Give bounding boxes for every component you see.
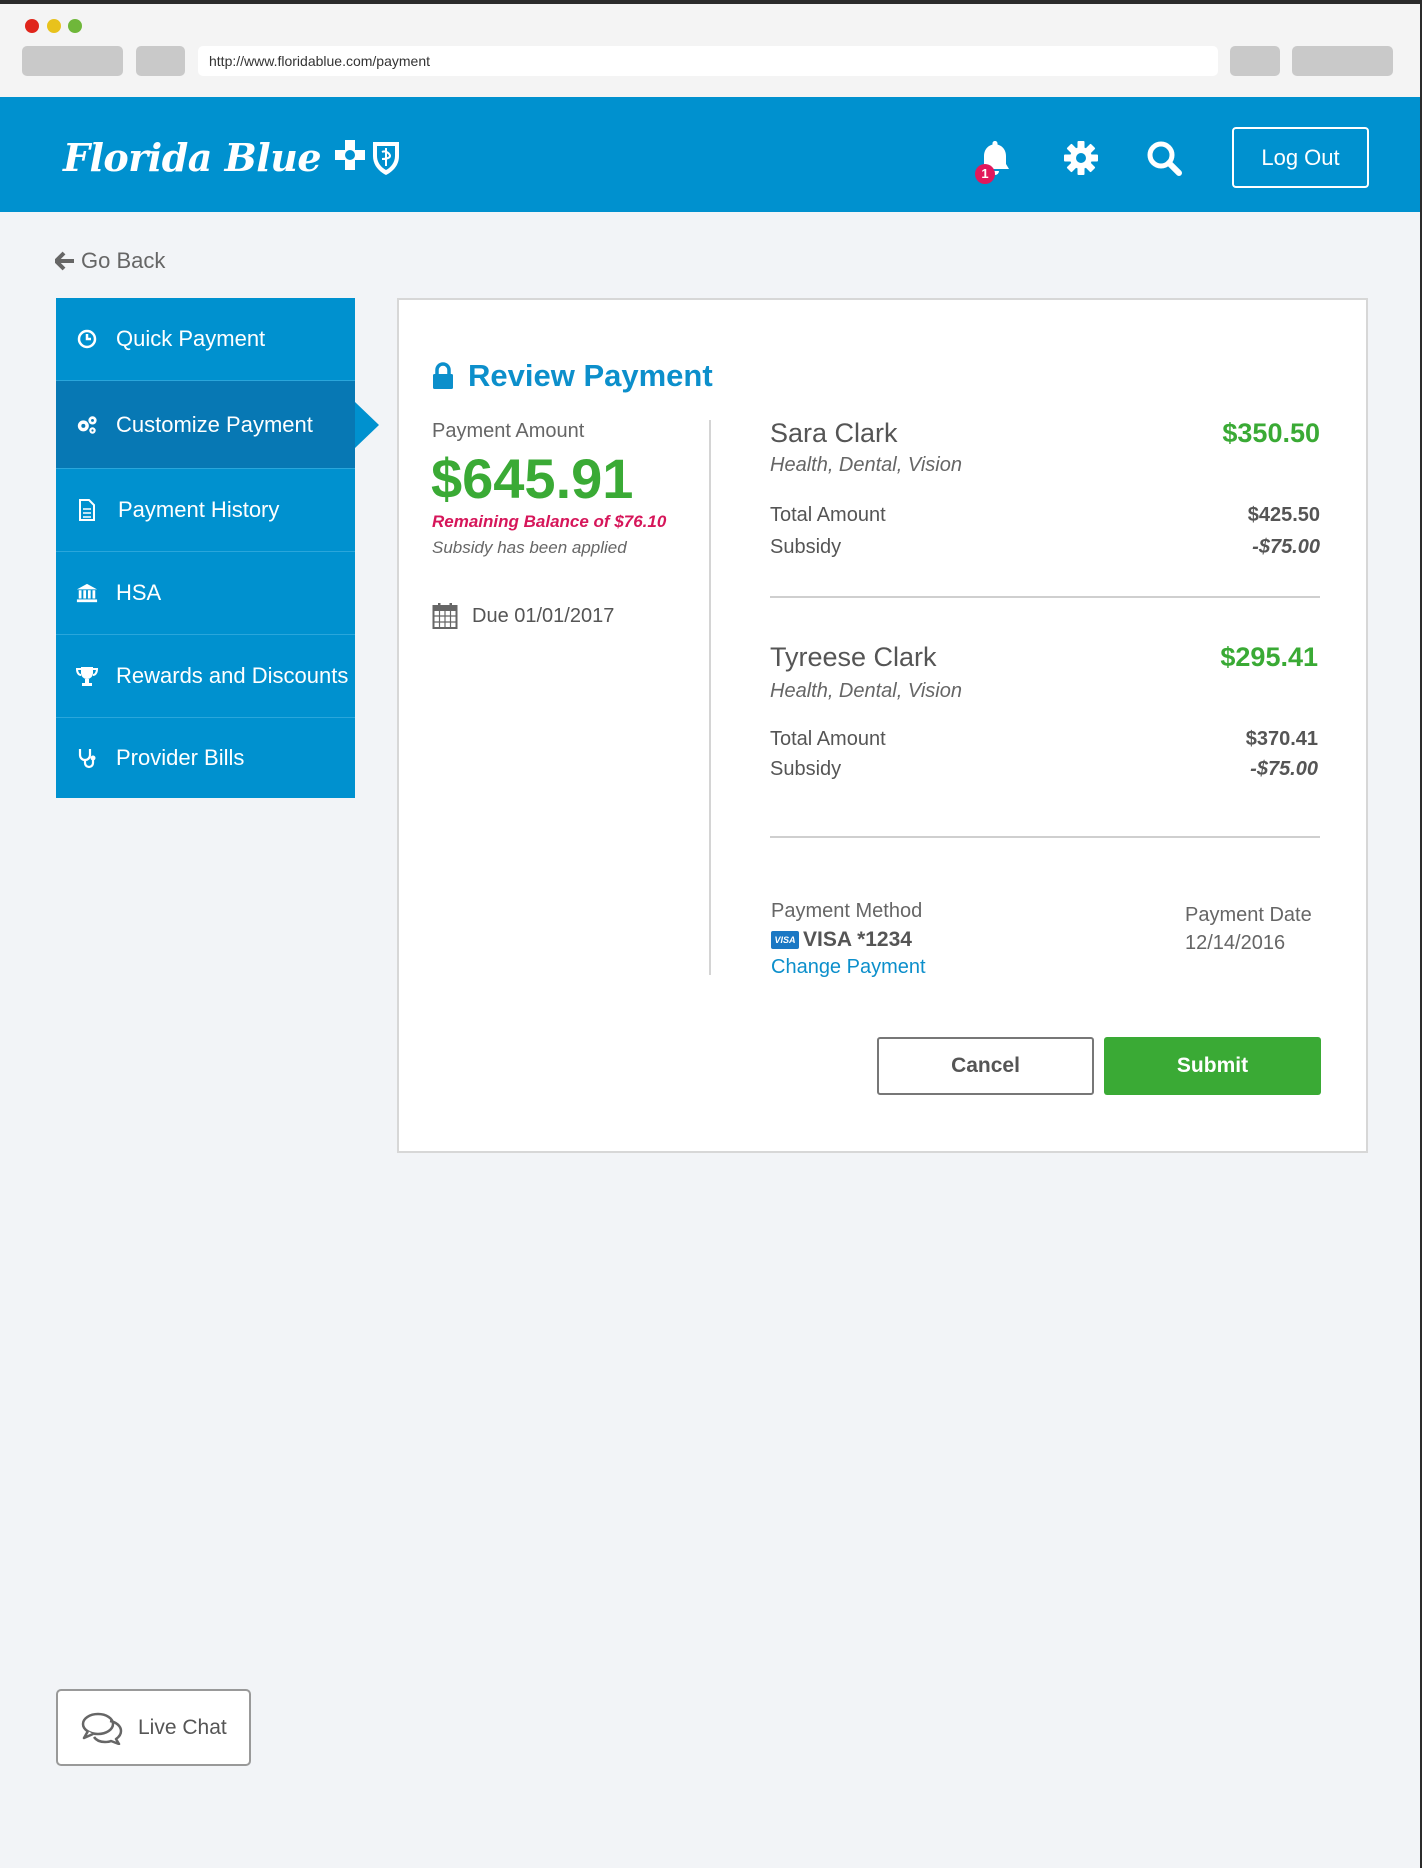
- member-plan: Health, Dental, Vision: [770, 680, 962, 702]
- remaining-balance: Remaining Balance of $76.10: [432, 512, 667, 531]
- payment-method-label: Payment Method: [771, 900, 923, 922]
- clock-icon: [76, 328, 98, 350]
- lock-icon: [433, 362, 453, 389]
- browser-back-button[interactable]: [22, 46, 123, 76]
- cancel-button[interactable]: Cancel: [877, 1037, 1094, 1095]
- sidebar-item-label: Quick Payment: [116, 326, 266, 351]
- member-name: Tyreese Clark: [770, 642, 937, 672]
- cross-shield-icon: [333, 138, 403, 178]
- live-chat-button[interactable]: Live Chat: [56, 1689, 251, 1766]
- sidebar-item-label: Customize Payment: [116, 411, 313, 437]
- total-amount-value: $425.50: [1247, 504, 1320, 526]
- calendar-icon: [432, 603, 458, 629]
- member-name: Sara Clark: [770, 418, 898, 448]
- payment-amount-label: Payment Amount: [432, 420, 585, 442]
- go-back-link[interactable]: Go Back: [55, 248, 165, 274]
- sidebar-item-hsa[interactable]: HSA: [56, 552, 355, 635]
- member-amount: $350.50: [1222, 418, 1320, 448]
- subsidy-label: Subsidy: [770, 758, 842, 780]
- browser-action-button[interactable]: [1230, 46, 1280, 76]
- log-out-button[interactable]: Log Out: [1232, 127, 1369, 188]
- subsidy-note: Subsidy has been applied: [432, 538, 627, 557]
- sidebar-item-quick-payment[interactable]: Quick Payment: [56, 298, 355, 381]
- member-divider: [770, 836, 1320, 838]
- visa-card-icon: VISA: [771, 931, 799, 949]
- browser-menu-button[interactable]: [1292, 46, 1393, 76]
- search-icon[interactable]: [1144, 138, 1184, 178]
- review-payment-title: Review Payment: [468, 358, 713, 393]
- total-amount-label: Total Amount: [770, 504, 886, 526]
- browser-window: http://www.floridablue.com/payment Flori…: [0, 4, 1420, 1868]
- sidebar-item-label: HSA: [116, 580, 162, 605]
- payment-sidebar: Quick Payment Customize Payment Payment …: [56, 298, 355, 798]
- logo-text: Florida Blue: [63, 135, 322, 180]
- subsidy-value: -$75.00: [1252, 536, 1320, 558]
- bank-icon: [76, 582, 98, 604]
- payment-amount: $645.91: [431, 447, 634, 510]
- live-chat-label: Live Chat: [138, 1715, 227, 1739]
- florida-blue-logo[interactable]: Florida Blue: [63, 135, 403, 180]
- sidebar-item-provider-bills[interactable]: Provider Bills: [56, 718, 355, 798]
- sidebar-item-label: Rewards and Discounts: [116, 663, 349, 688]
- site-header: Florida Blue 1 Log Out: [0, 97, 1420, 212]
- sidebar-item-customize-payment[interactable]: Customize Payment: [56, 381, 355, 469]
- member-plan: Health, Dental, Vision: [770, 454, 962, 476]
- sidebar-item-label: Provider Bills: [116, 745, 245, 770]
- member-subsidy-row: Subsidy -$75.00: [770, 536, 1320, 559]
- url-bar[interactable]: http://www.floridablue.com/payment: [198, 46, 1218, 76]
- member-amount: $295.41: [1220, 642, 1318, 672]
- settings-gear-icon[interactable]: [1061, 138, 1101, 178]
- change-payment-link[interactable]: Change Payment: [771, 956, 926, 979]
- member-subsidy-row: Subsidy -$75.00: [770, 758, 1320, 781]
- total-amount-value: $370.41: [1245, 728, 1318, 750]
- chat-bubbles-icon: [81, 1712, 123, 1745]
- due-date: Due 01/01/2017: [432, 602, 614, 630]
- stethoscope-icon: [76, 747, 98, 769]
- payment-method-value: VISA *1234: [803, 928, 912, 951]
- due-date-text: Due 01/01/2017: [472, 604, 615, 627]
- member-divider: [770, 596, 1320, 598]
- total-amount-label: Total Amount: [770, 728, 886, 750]
- gears-icon: [76, 414, 98, 436]
- maximize-window-button[interactable]: [68, 19, 82, 33]
- subsidy-value: -$75.00: [1250, 758, 1318, 780]
- sidebar-item-rewards[interactable]: Rewards and Discounts: [56, 635, 355, 718]
- payment-date-value: 12/14/2016: [1185, 932, 1286, 954]
- go-back-label: Go Back: [81, 248, 166, 273]
- sidebar-item-label: Payment History: [118, 497, 280, 522]
- close-window-button[interactable]: [25, 19, 39, 33]
- notification-badge: 1: [975, 164, 995, 184]
- submit-button[interactable]: Submit: [1104, 1037, 1321, 1095]
- sidebar-item-payment-history[interactable]: Payment History: [56, 469, 355, 552]
- payment-date-label: Payment Date: [1185, 904, 1312, 926]
- member-total-row: Total Amount $370.41: [770, 728, 1320, 751]
- arrow-left-icon: [55, 251, 74, 271]
- review-payment-heading: Review Payment: [432, 358, 713, 394]
- trophy-icon: [76, 665, 98, 687]
- browser-chrome: http://www.floridablue.com/payment: [0, 4, 1420, 97]
- vertical-divider: [709, 420, 711, 975]
- browser-forward-button[interactable]: [136, 46, 185, 76]
- review-payment-card: Review Payment Payment Amount $645.91 Re…: [397, 298, 1368, 1153]
- subsidy-label: Subsidy: [770, 536, 842, 558]
- member-total-row: Total Amount $425.50: [770, 504, 1320, 527]
- minimize-window-button[interactable]: [47, 19, 61, 33]
- payment-method-card: VISA VISA *1234: [771, 928, 912, 952]
- document-icon: [76, 499, 98, 521]
